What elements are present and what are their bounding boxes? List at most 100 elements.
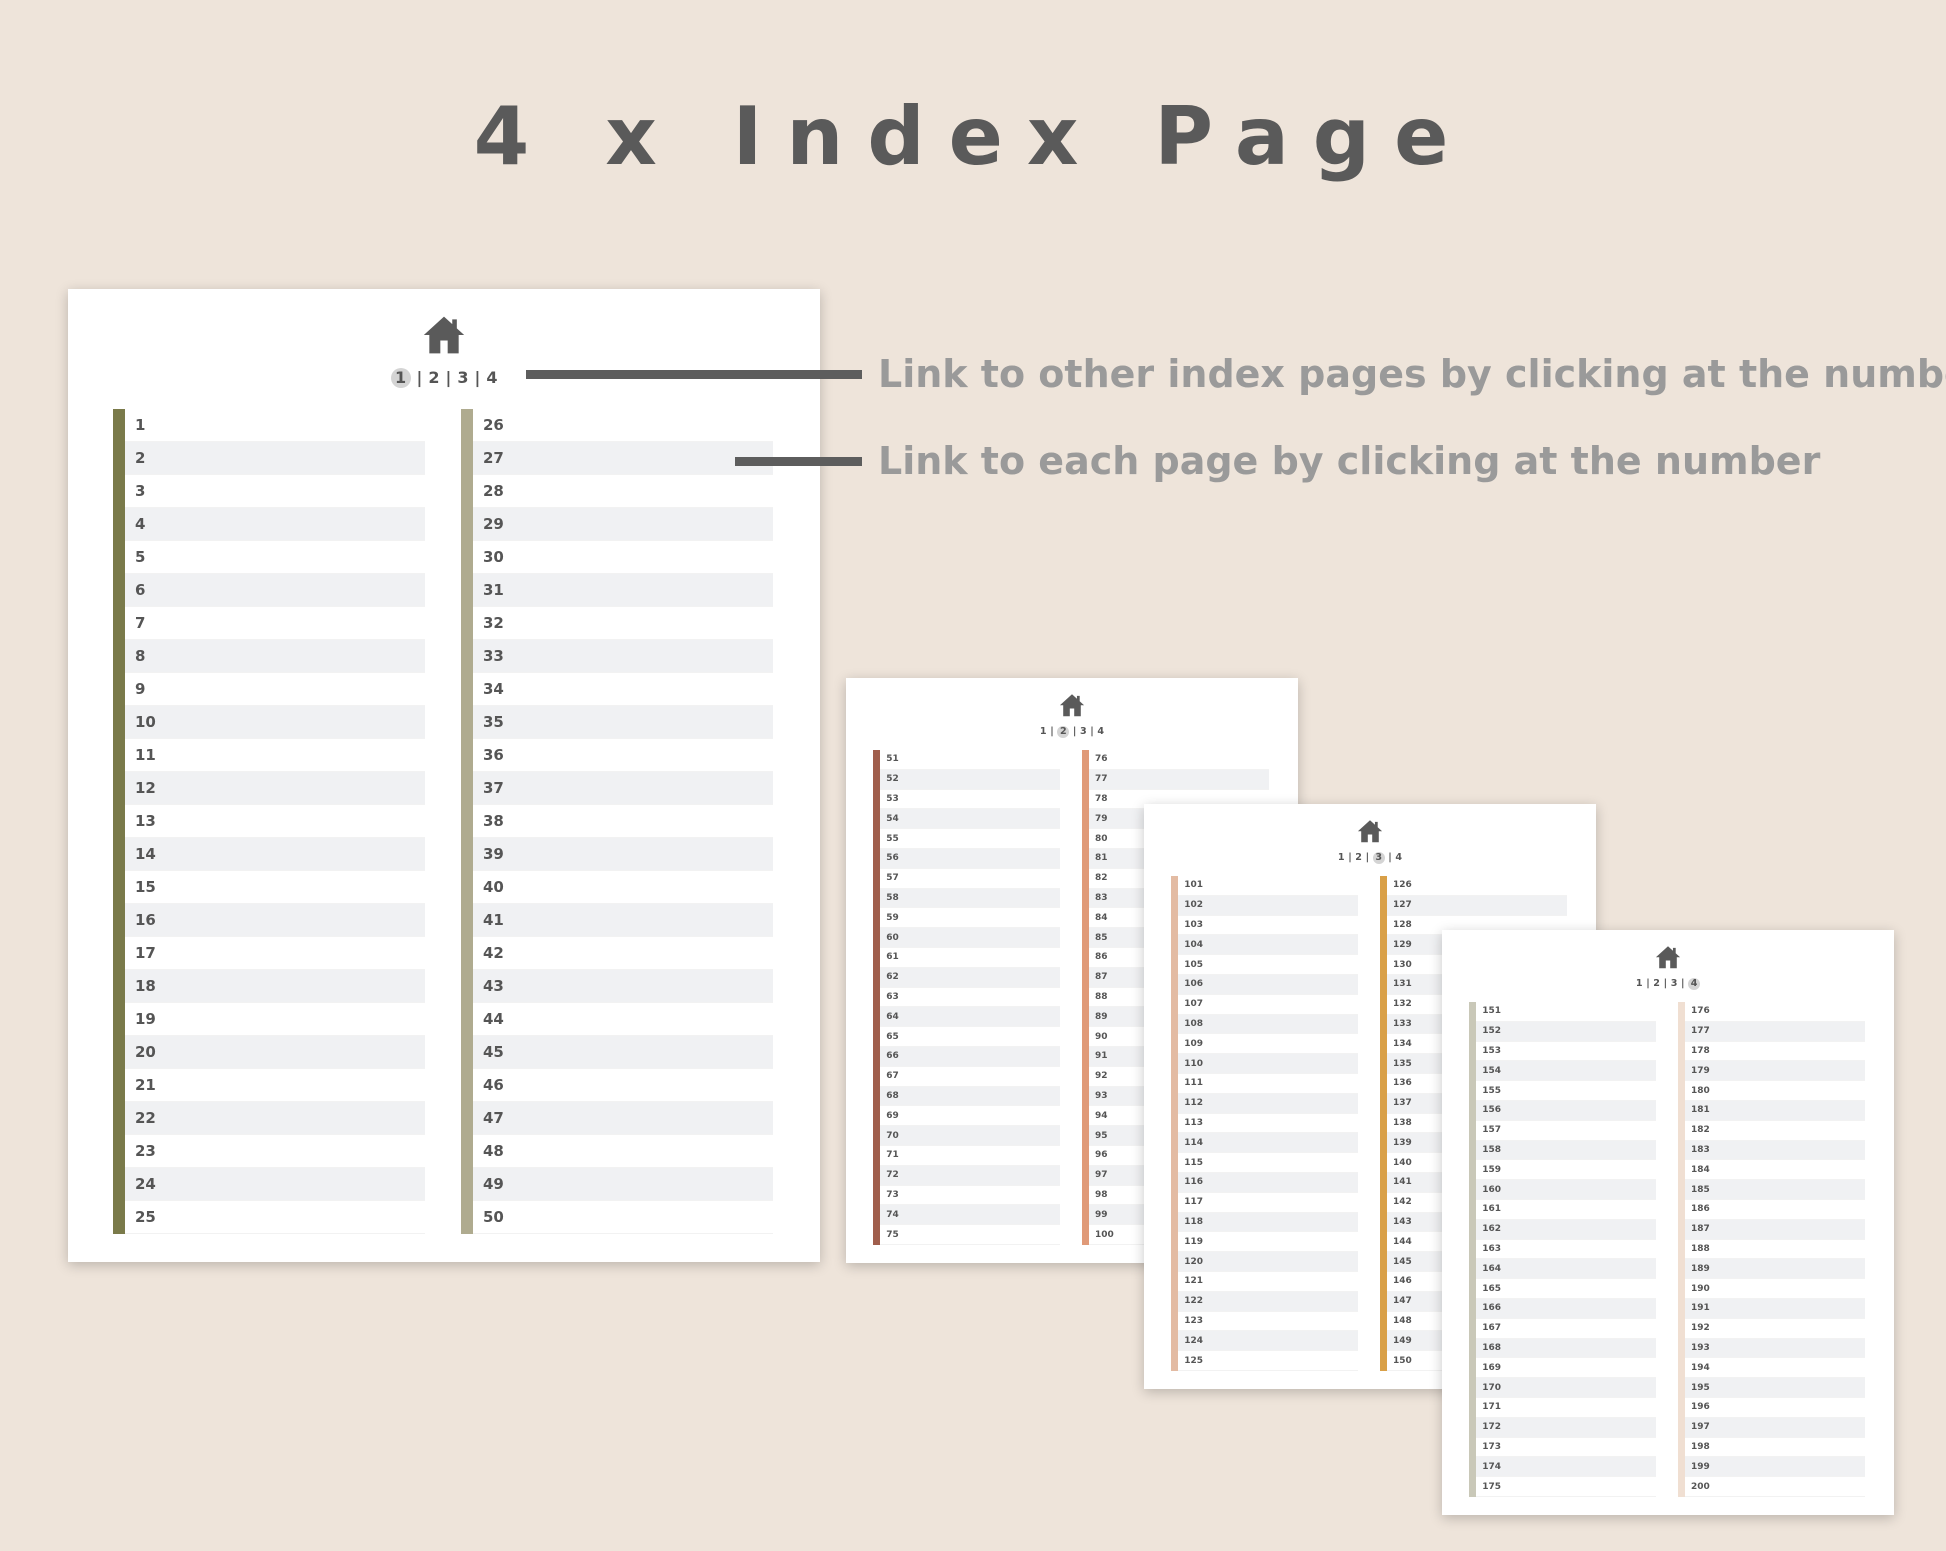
index-row-number[interactable]: 123 (1184, 1316, 1203, 1326)
index-row-number[interactable]: 64 (886, 1012, 899, 1022)
index-row[interactable]: 159 (1476, 1160, 1657, 1181)
index-row-number[interactable]: 143 (1393, 1217, 1412, 1227)
index-row[interactable]: 21 (125, 1069, 425, 1102)
index-row[interactable]: 70 (880, 1126, 1061, 1146)
index-row[interactable]: 65 (880, 1027, 1061, 1047)
index-row[interactable]: 192 (1684, 1319, 1865, 1339)
index-row[interactable]: 32 (473, 607, 773, 640)
index-row-number[interactable]: 18 (135, 977, 156, 995)
index-row-number[interactable]: 138 (1393, 1118, 1412, 1128)
index-row-number[interactable]: 26 (483, 416, 504, 434)
page-nav-item-4[interactable]: 4 (486, 368, 497, 387)
index-row[interactable]: 174 (1476, 1457, 1657, 1478)
index-row[interactable]: 127 (1386, 895, 1567, 916)
index-row-number[interactable]: 24 (135, 1175, 156, 1193)
index-row-number[interactable]: 166 (1482, 1303, 1501, 1313)
index-row-number[interactable]: 88 (1095, 992, 1108, 1002)
index-row-number[interactable]: 95 (1095, 1131, 1108, 1141)
index-row-number[interactable]: 177 (1691, 1026, 1710, 1036)
index-row[interactable]: 51 (880, 750, 1061, 770)
index-row[interactable]: 18 (125, 970, 425, 1003)
index-row-number[interactable]: 141 (1393, 1177, 1412, 1187)
index-row[interactable]: 119 (1178, 1232, 1359, 1253)
home-icon[interactable] (1357, 818, 1383, 849)
index-row[interactable]: 155 (1476, 1081, 1657, 1101)
index-row-number[interactable]: 128 (1393, 920, 1412, 930)
index-row[interactable]: 199 (1684, 1457, 1865, 1478)
index-row[interactable]: 188 (1684, 1240, 1865, 1260)
index-row-number[interactable]: 181 (1691, 1105, 1710, 1115)
index-row[interactable]: 126 (1386, 876, 1567, 896)
index-row[interactable]: 6 (125, 574, 425, 607)
index-row[interactable]: 3 (125, 475, 425, 508)
index-row[interactable]: 47 (473, 1102, 773, 1135)
index-row[interactable]: 175 (1476, 1477, 1657, 1497)
index-row-number[interactable]: 110 (1184, 1059, 1203, 1069)
index-row[interactable]: 158 (1476, 1140, 1657, 1161)
index-row-number[interactable]: 49 (483, 1175, 504, 1193)
index-row-number[interactable]: 87 (1095, 972, 1108, 982)
index-row-number[interactable]: 52 (886, 774, 899, 784)
index-row[interactable]: 75 (880, 1225, 1061, 1245)
index-row[interactable]: 179 (1684, 1061, 1865, 1082)
index-row-number[interactable]: 106 (1184, 979, 1203, 989)
page-nav-item-4[interactable]: 4 (1688, 977, 1701, 990)
page-nav-item-1[interactable]: 1 (390, 368, 411, 388)
index-row[interactable]: 17 (125, 937, 425, 970)
index-row[interactable]: 113 (1178, 1114, 1359, 1134)
index-row[interactable]: 5 (125, 541, 425, 574)
index-row-number[interactable]: 139 (1393, 1138, 1412, 1148)
index-row[interactable]: 66 (880, 1046, 1061, 1067)
index-row-number[interactable]: 61 (886, 952, 899, 962)
index-row[interactable]: 180 (1684, 1081, 1865, 1101)
index-row[interactable]: 12 (125, 772, 425, 805)
index-row-number[interactable]: 196 (1691, 1402, 1710, 1412)
index-row-number[interactable]: 178 (1691, 1046, 1710, 1056)
index-row[interactable]: 106 (1178, 974, 1359, 995)
index-row[interactable]: 2 (125, 442, 425, 475)
index-row-number[interactable]: 10 (135, 713, 156, 731)
index-row[interactable]: 22 (125, 1102, 425, 1135)
index-row-number[interactable]: 42 (483, 944, 504, 962)
index-row[interactable]: 167 (1476, 1319, 1657, 1339)
index-row-number[interactable]: 149 (1393, 1336, 1412, 1346)
index-row-number[interactable]: 102 (1184, 900, 1203, 910)
index-row[interactable]: 35 (473, 706, 773, 739)
index-row[interactable]: 24 (125, 1168, 425, 1201)
index-row[interactable]: 73 (880, 1186, 1061, 1206)
index-row-number[interactable]: 51 (886, 754, 899, 764)
index-row[interactable]: 152 (1476, 1021, 1657, 1042)
index-row-number[interactable]: 197 (1691, 1422, 1710, 1432)
index-row[interactable]: 56 (880, 848, 1061, 869)
index-row-number[interactable]: 20 (135, 1043, 156, 1061)
index-row-number[interactable]: 77 (1095, 774, 1108, 784)
home-icon[interactable] (1059, 692, 1085, 723)
index-row[interactable]: 121 (1178, 1272, 1359, 1292)
index-row[interactable]: 13 (125, 805, 425, 838)
index-row[interactable]: 45 (473, 1036, 773, 1069)
index-row-number[interactable]: 83 (1095, 893, 1108, 903)
index-row[interactable]: 162 (1476, 1219, 1657, 1240)
page-nav-item-1[interactable]: 1 (1636, 978, 1643, 989)
index-row[interactable]: 173 (1476, 1438, 1657, 1458)
index-row-number[interactable]: 154 (1482, 1066, 1501, 1076)
index-row-number[interactable]: 94 (1095, 1111, 1108, 1121)
index-row-number[interactable]: 155 (1482, 1086, 1501, 1096)
index-row-number[interactable]: 148 (1393, 1316, 1412, 1326)
index-row[interactable]: 28 (473, 475, 773, 508)
index-row-number[interactable]: 98 (1095, 1190, 1108, 1200)
index-row-number[interactable]: 133 (1393, 1019, 1412, 1029)
index-row-number[interactable]: 67 (886, 1071, 899, 1081)
index-row-number[interactable]: 189 (1691, 1264, 1710, 1274)
index-row-number[interactable]: 111 (1184, 1078, 1203, 1088)
index-row-number[interactable]: 37 (483, 779, 504, 797)
index-row[interactable]: 77 (1088, 769, 1269, 790)
index-row-number[interactable]: 129 (1393, 940, 1412, 950)
index-row-number[interactable]: 27 (483, 449, 504, 467)
index-row[interactable]: 153 (1476, 1042, 1657, 1062)
index-row[interactable]: 157 (1476, 1121, 1657, 1141)
index-row-number[interactable]: 185 (1691, 1185, 1710, 1195)
index-row-number[interactable]: 63 (886, 992, 899, 1002)
index-row-number[interactable]: 145 (1393, 1257, 1412, 1267)
index-row[interactable]: 68 (880, 1086, 1061, 1107)
